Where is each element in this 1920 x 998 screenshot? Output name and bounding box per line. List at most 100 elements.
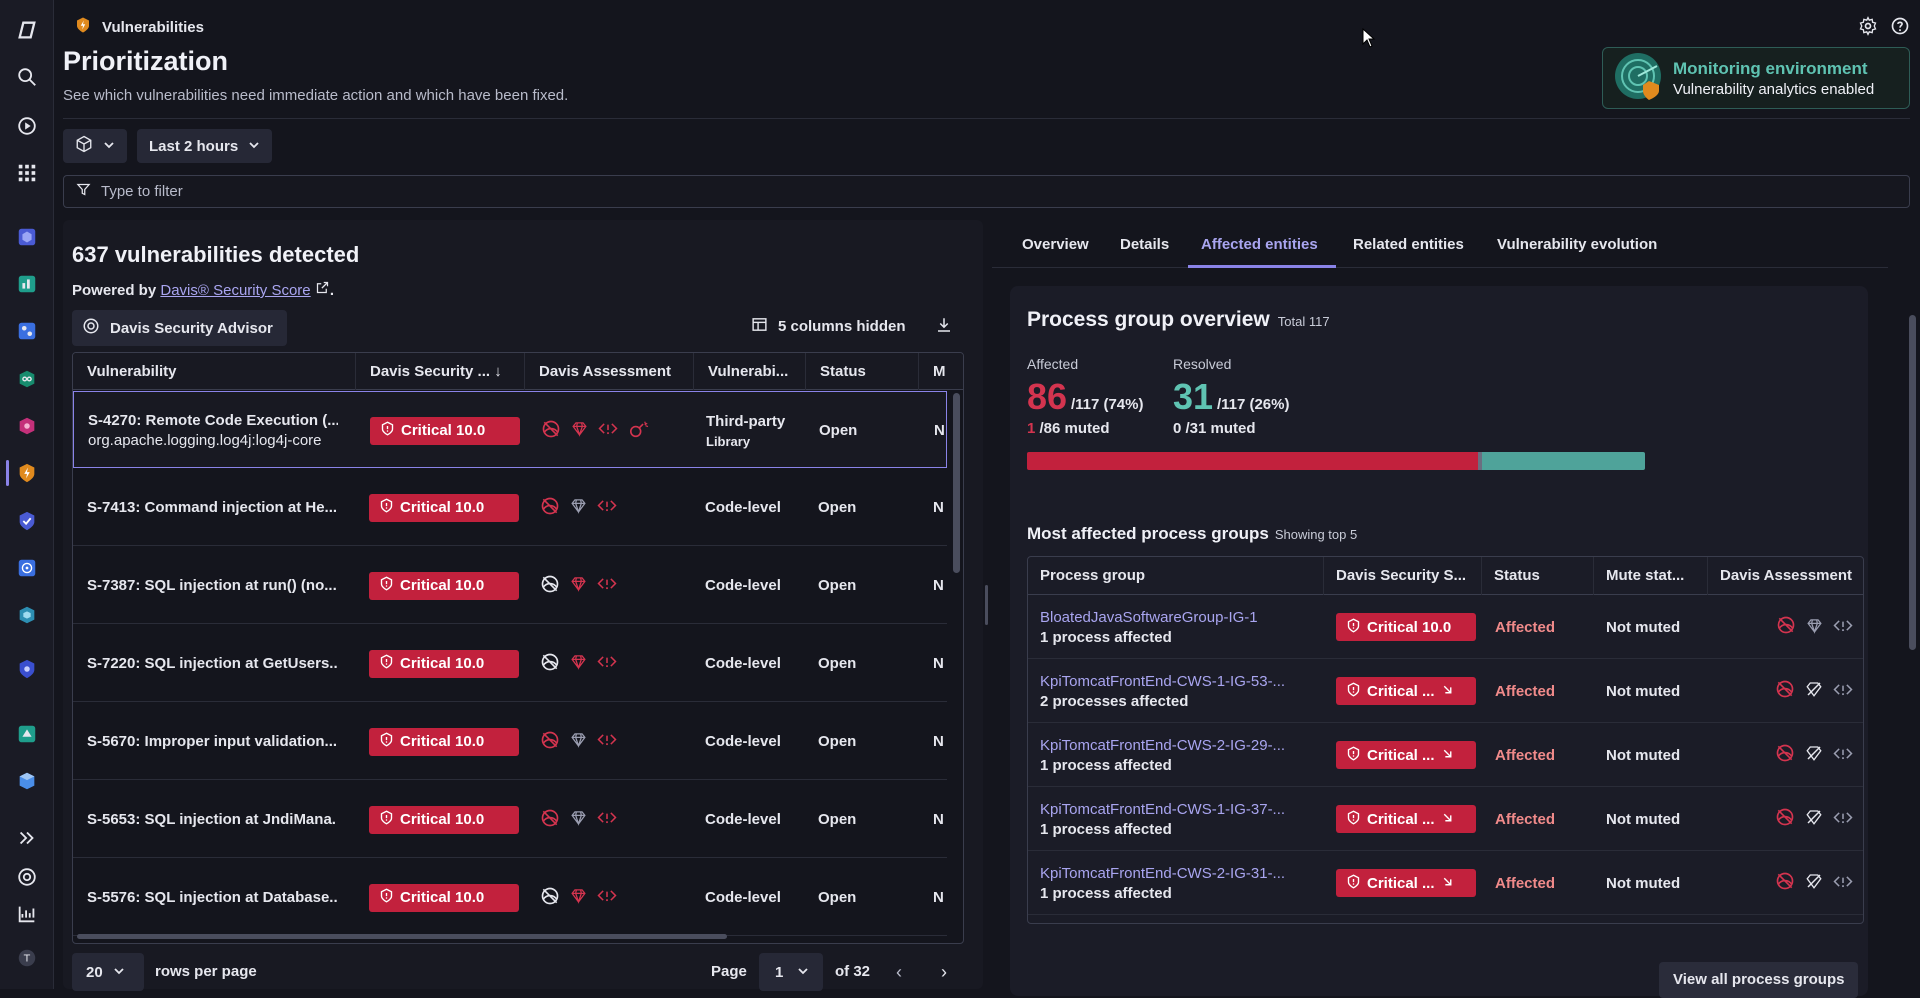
page-subtitle: See which vulnerabilities need immediate… [63, 87, 569, 104]
table-vertical-scrollbar[interactable] [953, 393, 960, 573]
vulnerability-name-cell: S-4270: Remote Code Execution (... org.ap… [88, 392, 338, 469]
next-page-icon[interactable]: › [941, 962, 947, 983]
app-security-check-icon[interactable] [13, 507, 41, 535]
arrow-down-right-icon [1441, 875, 1454, 892]
davis-score-cell: Critical 10.0 [369, 859, 519, 936]
process-group-link[interactable]: KpiTomcatFrontEnd-CWS-1-IG-53-... [1040, 673, 1320, 690]
timeframe-selector-button[interactable]: Last 2 hours [137, 129, 273, 163]
columns-hidden-button[interactable]: 5 columns hidden [751, 316, 906, 337]
help-question-icon[interactable] [1890, 16, 1910, 40]
table-row[interactable]: BloatedJavaSoftwareGroup-IG-1 1 process a… [1028, 595, 1863, 659]
app-infinity-icon[interactable] [13, 365, 41, 393]
app-dashboard-icon[interactable] [13, 317, 41, 345]
play-icon[interactable] [13, 112, 41, 140]
table-columns-icon [751, 316, 768, 337]
svg-text:T: T [23, 954, 31, 965]
help-lifebuoy-icon[interactable] [13, 863, 41, 891]
expand-rail-icon[interactable] [13, 824, 41, 852]
column-header-vulnerability-type[interactable]: Vulnerabi... [694, 353, 806, 390]
apps-grid-icon[interactable] [13, 159, 41, 187]
table-row[interactable]: S-7387: SQL injection at run() (no... Cri… [73, 547, 947, 624]
analytics-icon[interactable] [13, 900, 41, 928]
app-kubernetes-icon[interactable] [13, 554, 41, 582]
table-row[interactable]: S-7220: SQL injection at GetUsers... Crit… [73, 625, 947, 702]
vulnerability-type: Code-level [705, 811, 781, 828]
column-header-davis-security-score[interactable]: Davis Security S... [1324, 557, 1482, 595]
critical-score-badge: Critical 10.0 [1336, 613, 1476, 641]
rows-per-page-select[interactable]: 20 [72, 953, 144, 991]
app-chart-icon[interactable] [13, 270, 41, 298]
table-horizontal-scrollbar[interactable] [77, 934, 727, 939]
active-tab-underline [1188, 265, 1336, 268]
vulnerability-type-cell: Third-party Library [706, 392, 816, 469]
settings-gear-icon[interactable] [1858, 16, 1878, 40]
column-header-mute-status[interactable]: Mute stat... [1594, 557, 1708, 595]
davis-score-cell: Critical 10.0 [369, 469, 519, 546]
table-row[interactable]: KpiTomcatFrontEnd-CWS-2-IG-29-... 1 proce… [1028, 723, 1863, 787]
page-title: Prioritization [63, 46, 229, 76]
table-row[interactable]: S-5576: SQL injection at Database... Crit… [73, 859, 947, 936]
app-pink-icon[interactable] [13, 412, 41, 440]
table-row[interactable]: KpiTomcatFrontEnd-CWS-1-IG-53-... 2 proce… [1028, 659, 1863, 723]
search-icon[interactable] [13, 63, 41, 91]
app-cube-icon[interactable] [13, 223, 41, 251]
table-row[interactable]: S-4270: Remote Code Execution (... org.ap… [73, 391, 947, 468]
table-row[interactable]: S-5653: SQL injection at JndiMana... Crit… [73, 781, 947, 858]
davis-advisor-icon [82, 317, 100, 339]
column-header-davis-assessment[interactable]: Davis Assessment [525, 353, 694, 390]
page-select[interactable]: 1 [759, 953, 823, 991]
table-row[interactable]: KpiTomcatFrontEnd-CWS-2-IG-31-... 1 proce… [1028, 851, 1863, 915]
monitoring-environment-badge[interactable]: Monitoring environment Vulnerability ana… [1602, 47, 1910, 109]
exploit-icon [628, 420, 650, 442]
download-icon[interactable] [935, 316, 953, 338]
resolved-bar-segment [1482, 452, 1645, 470]
filter-field[interactable]: Type to filter [63, 175, 1910, 208]
column-header-m[interactable]: M [919, 353, 963, 390]
davis-score-cell: Critical 10.0 [370, 392, 520, 469]
external-link-icon[interactable] [315, 281, 330, 299]
davis-security-score-link[interactable]: Davis® Security Score [160, 282, 310, 299]
tab-related-entities[interactable]: Related entities [1353, 236, 1464, 253]
tab-affected-entities[interactable]: Affected entities [1201, 236, 1318, 253]
process-group-link[interactable]: KpiTomcatFrontEnd-CWS-1-IG-37-... [1040, 801, 1320, 818]
app-new-icon[interactable] [13, 720, 41, 748]
user-avatar-icon[interactable]: T [13, 944, 41, 972]
process-group-link[interactable]: BloatedJavaSoftwareGroup-IG-1 [1040, 609, 1320, 626]
processes-affected: 1 process affected [1040, 820, 1172, 838]
davis-security-advisor-button[interactable]: Davis Security Advisor [72, 310, 287, 346]
table-row[interactable]: KpiTomcatFrontEnd-CWS-1-IG-37-... 1 proce… [1028, 787, 1863, 851]
column-header-status[interactable]: Status [806, 353, 919, 390]
detail-vertical-scrollbar[interactable] [1909, 315, 1916, 650]
column-header-davis-security-score[interactable]: Davis Security ... ↓ [356, 353, 525, 390]
critical-score-badge: Critical ... [1336, 741, 1476, 769]
app-shield-icon[interactable] [13, 655, 41, 683]
tab-vulnerability-evolution[interactable]: Vulnerability evolution [1497, 236, 1657, 253]
table-row[interactable]: S-5670: Improper input validation... Crit… [73, 703, 947, 780]
mute-status-cell: Not muted [1606, 810, 1681, 828]
vulnerabilities-app-icon[interactable] [13, 459, 41, 487]
davis-assessment-cell [540, 625, 690, 702]
process-group-link[interactable]: KpiTomcatFrontEnd-CWS-2-IG-29-... [1040, 737, 1320, 754]
column-header-process-group[interactable]: Process group [1028, 557, 1324, 595]
tab-overview[interactable]: Overview [1022, 236, 1089, 253]
davis-assessment-cell [540, 547, 690, 624]
view-all-process-groups-button[interactable]: View all process groups [1659, 962, 1859, 998]
column-header-status[interactable]: Status [1482, 557, 1594, 595]
app-cube-blue-icon[interactable] [13, 767, 41, 795]
column-header-vulnerability[interactable]: Vulnerability [73, 353, 356, 390]
pane-resize-handle[interactable] [985, 585, 988, 625]
shield-alert-icon [379, 498, 394, 517]
chevron-down-icon [797, 964, 809, 981]
column-header-davis-assessment[interactable]: Davis Assessment [1708, 557, 1863, 595]
data-assets-icon [1805, 808, 1823, 830]
previous-page-icon[interactable]: ‹ [896, 962, 902, 983]
tab-details[interactable]: Details [1120, 236, 1169, 253]
data-assets-icon [1806, 617, 1823, 638]
dynatrace-logo-icon[interactable] [13, 16, 41, 44]
vulnerability-name: S-7413: Command injection at He... [87, 499, 337, 516]
segment-selector-button[interactable] [63, 129, 127, 163]
app-hex-icon[interactable] [13, 601, 41, 629]
table-row[interactable]: S-7413: Command injection at He... Critic… [73, 469, 947, 546]
process-group-link[interactable]: KpiTomcatFrontEnd-CWS-2-IG-31-... [1040, 865, 1320, 882]
powered-by-text: Powered by Davis® Security Score . [72, 280, 334, 299]
